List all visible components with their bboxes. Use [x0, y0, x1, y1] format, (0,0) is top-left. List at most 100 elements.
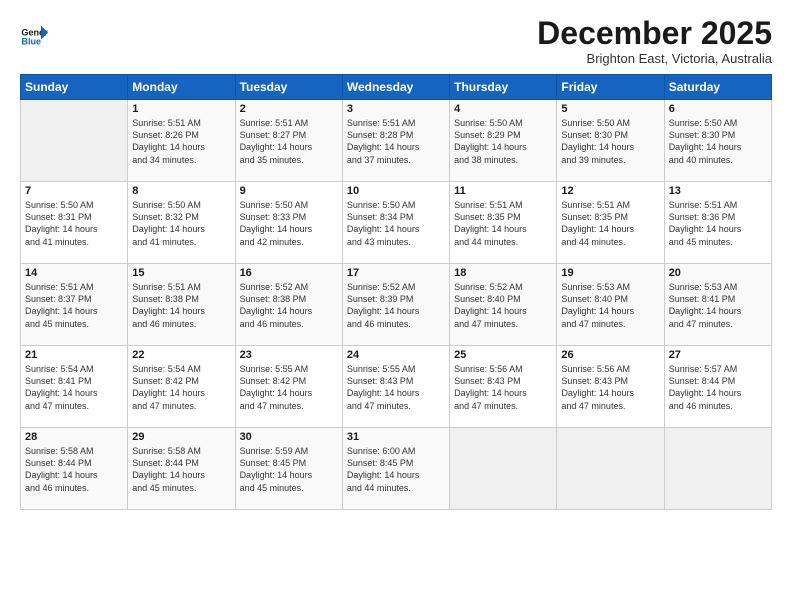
day-number: 24	[347, 349, 445, 361]
calendar-cell: 6 Sunrise: 5:50 AM Sunset: 8:30 PM Daylig…	[664, 100, 771, 182]
day-number: 25	[454, 349, 552, 361]
day-number: 30	[240, 431, 338, 443]
day-detail: Sunrise: 5:52 AM Sunset: 8:39 PM Dayligh…	[347, 281, 445, 330]
day-detail: Sunrise: 6:00 AM Sunset: 8:45 PM Dayligh…	[347, 445, 445, 494]
day-number: 21	[25, 349, 123, 361]
day-number: 7	[25, 185, 123, 197]
day-number: 22	[132, 349, 230, 361]
day-detail: Sunrise: 5:56 AM Sunset: 8:43 PM Dayligh…	[454, 363, 552, 412]
calendar-cell: 11 Sunrise: 5:51 AM Sunset: 8:35 PM Dayli…	[450, 182, 557, 264]
day-detail: Sunrise: 5:58 AM Sunset: 8:44 PM Dayligh…	[25, 445, 123, 494]
calendar-cell: 7 Sunrise: 5:50 AM Sunset: 8:31 PM Daylig…	[21, 182, 128, 264]
day-detail: Sunrise: 5:57 AM Sunset: 8:44 PM Dayligh…	[669, 363, 767, 412]
day-detail: Sunrise: 5:50 AM Sunset: 8:32 PM Dayligh…	[132, 199, 230, 248]
day-number: 9	[240, 185, 338, 197]
calendar-cell: 22 Sunrise: 5:54 AM Sunset: 8:42 PM Dayli…	[128, 346, 235, 428]
calendar-cell: 19 Sunrise: 5:53 AM Sunset: 8:40 PM Dayli…	[557, 264, 664, 346]
title-block: December 2025 Brighton East, Victoria, A…	[537, 16, 772, 66]
calendar-cell: 13Sunrise: 5:51 AM Sunset: 8:36 PM Dayli…	[664, 182, 771, 264]
day-number: 15	[132, 267, 230, 279]
calendar-cell: 27 Sunrise: 5:57 AM Sunset: 8:44 PM Dayli…	[664, 346, 771, 428]
day-number: 28	[25, 431, 123, 443]
day-detail: Sunrise: 5:51 AM Sunset: 8:26 PM Dayligh…	[132, 117, 230, 166]
day-detail: Sunrise: 5:58 AM Sunset: 8:44 PM Dayligh…	[132, 445, 230, 494]
calendar-cell: 5 Sunrise: 5:50 AM Sunset: 8:30 PM Daylig…	[557, 100, 664, 182]
day-number: 3	[347, 103, 445, 115]
day-detail: Sunrise: 5:50 AM Sunset: 8:29 PM Dayligh…	[454, 117, 552, 166]
month-title: December 2025	[537, 16, 772, 51]
day-number: 27	[669, 349, 767, 361]
day-header-tuesday: Tuesday	[235, 75, 342, 100]
week-row-3: 14 Sunrise: 5:51 AM Sunset: 8:37 PM Dayli…	[21, 264, 772, 346]
day-header-wednesday: Wednesday	[342, 75, 449, 100]
calendar-cell: 24 Sunrise: 5:55 AM Sunset: 8:43 PM Dayli…	[342, 346, 449, 428]
day-number: 11	[454, 185, 552, 197]
day-detail: Sunrise: 5:51 AM Sunset: 8:37 PM Dayligh…	[25, 281, 123, 330]
calendar-cell: 14 Sunrise: 5:51 AM Sunset: 8:37 PM Dayli…	[21, 264, 128, 346]
logo-icon: General Blue	[20, 20, 48, 48]
calendar-cell	[21, 100, 128, 182]
day-number: 20	[669, 267, 767, 279]
day-detail: Sunrise: 5:50 AM Sunset: 8:34 PM Dayligh…	[347, 199, 445, 248]
day-number: 12	[561, 185, 659, 197]
day-header-thursday: Thursday	[450, 75, 557, 100]
calendar-cell: 26 Sunrise: 5:56 AM Sunset: 8:43 PM Dayli…	[557, 346, 664, 428]
day-detail: Sunrise: 5:50 AM Sunset: 8:30 PM Dayligh…	[561, 117, 659, 166]
day-detail: Sunrise: 5:52 AM Sunset: 8:40 PM Dayligh…	[454, 281, 552, 330]
calendar-cell: 23 Sunrise: 5:55 AM Sunset: 8:42 PM Dayli…	[235, 346, 342, 428]
day-detail: Sunrise: 5:51 AM Sunset: 8:35 PM Dayligh…	[561, 199, 659, 248]
day-number: 17	[347, 267, 445, 279]
day-number: 26	[561, 349, 659, 361]
day-header-sunday: Sunday	[21, 75, 128, 100]
day-number: 19	[561, 267, 659, 279]
day-detail: Sunrise: 5:51 AM Sunset: 8:36 PM Dayligh…	[669, 199, 767, 248]
calendar-cell: 25 Sunrise: 5:56 AM Sunset: 8:43 PM Dayli…	[450, 346, 557, 428]
day-number: 14	[25, 267, 123, 279]
day-header-monday: Monday	[128, 75, 235, 100]
day-detail: Sunrise: 5:50 AM Sunset: 8:31 PM Dayligh…	[25, 199, 123, 248]
day-number: 31	[347, 431, 445, 443]
day-detail: Sunrise: 5:56 AM Sunset: 8:43 PM Dayligh…	[561, 363, 659, 412]
days-header-row: SundayMondayTuesdayWednesdayThursdayFrid…	[21, 75, 772, 100]
calendar-cell: 16 Sunrise: 5:52 AM Sunset: 8:38 PM Dayli…	[235, 264, 342, 346]
calendar-cell: 10 Sunrise: 5:50 AM Sunset: 8:34 PM Dayli…	[342, 182, 449, 264]
calendar-cell: 4 Sunrise: 5:50 AM Sunset: 8:29 PM Daylig…	[450, 100, 557, 182]
calendar-cell: 8Sunrise: 5:50 AM Sunset: 8:32 PM Daylig…	[128, 182, 235, 264]
day-header-saturday: Saturday	[664, 75, 771, 100]
calendar-cell: 2Sunrise: 5:51 AM Sunset: 8:27 PM Daylig…	[235, 100, 342, 182]
day-detail: Sunrise: 5:53 AM Sunset: 8:40 PM Dayligh…	[561, 281, 659, 330]
calendar-table: SundayMondayTuesdayWednesdayThursdayFrid…	[20, 74, 772, 510]
day-detail: Sunrise: 5:59 AM Sunset: 8:45 PM Dayligh…	[240, 445, 338, 494]
day-detail: Sunrise: 5:51 AM Sunset: 8:28 PM Dayligh…	[347, 117, 445, 166]
calendar-cell: 31 Sunrise: 6:00 AM Sunset: 8:45 PM Dayli…	[342, 428, 449, 510]
calendar-cell: 1Sunrise: 5:51 AM Sunset: 8:26 PM Daylig…	[128, 100, 235, 182]
calendar-cell: 29Sunrise: 5:58 AM Sunset: 8:44 PM Dayli…	[128, 428, 235, 510]
day-detail: Sunrise: 5:51 AM Sunset: 8:38 PM Dayligh…	[132, 281, 230, 330]
day-header-friday: Friday	[557, 75, 664, 100]
day-detail: Sunrise: 5:54 AM Sunset: 8:42 PM Dayligh…	[132, 363, 230, 412]
header: General Blue December 2025 Brighton East…	[20, 16, 772, 66]
day-detail: Sunrise: 5:55 AM Sunset: 8:43 PM Dayligh…	[347, 363, 445, 412]
day-detail: Sunrise: 5:54 AM Sunset: 8:41 PM Dayligh…	[25, 363, 123, 412]
day-detail: Sunrise: 5:55 AM Sunset: 8:42 PM Dayligh…	[240, 363, 338, 412]
day-number: 6	[669, 103, 767, 115]
calendar-cell: 28 Sunrise: 5:58 AM Sunset: 8:44 PM Dayli…	[21, 428, 128, 510]
day-number: 16	[240, 267, 338, 279]
calendar-cell	[450, 428, 557, 510]
day-detail: Sunrise: 5:52 AM Sunset: 8:38 PM Dayligh…	[240, 281, 338, 330]
calendar-cell: 15 Sunrise: 5:51 AM Sunset: 8:38 PM Dayli…	[128, 264, 235, 346]
calendar-cell: 30 Sunrise: 5:59 AM Sunset: 8:45 PM Dayli…	[235, 428, 342, 510]
day-number: 23	[240, 349, 338, 361]
day-number: 5	[561, 103, 659, 115]
day-detail: Sunrise: 5:50 AM Sunset: 8:33 PM Dayligh…	[240, 199, 338, 248]
calendar-cell: 3 Sunrise: 5:51 AM Sunset: 8:28 PM Daylig…	[342, 100, 449, 182]
week-row-4: 21 Sunrise: 5:54 AM Sunset: 8:41 PM Dayli…	[21, 346, 772, 428]
week-row-1: 1Sunrise: 5:51 AM Sunset: 8:26 PM Daylig…	[21, 100, 772, 182]
calendar-cell: 21 Sunrise: 5:54 AM Sunset: 8:41 PM Dayli…	[21, 346, 128, 428]
calendar-page: General Blue December 2025 Brighton East…	[0, 0, 792, 612]
day-detail: Sunrise: 5:50 AM Sunset: 8:30 PM Dayligh…	[669, 117, 767, 166]
day-number: 2	[240, 103, 338, 115]
day-number: 10	[347, 185, 445, 197]
day-number: 4	[454, 103, 552, 115]
day-detail: Sunrise: 5:51 AM Sunset: 8:35 PM Dayligh…	[454, 199, 552, 248]
